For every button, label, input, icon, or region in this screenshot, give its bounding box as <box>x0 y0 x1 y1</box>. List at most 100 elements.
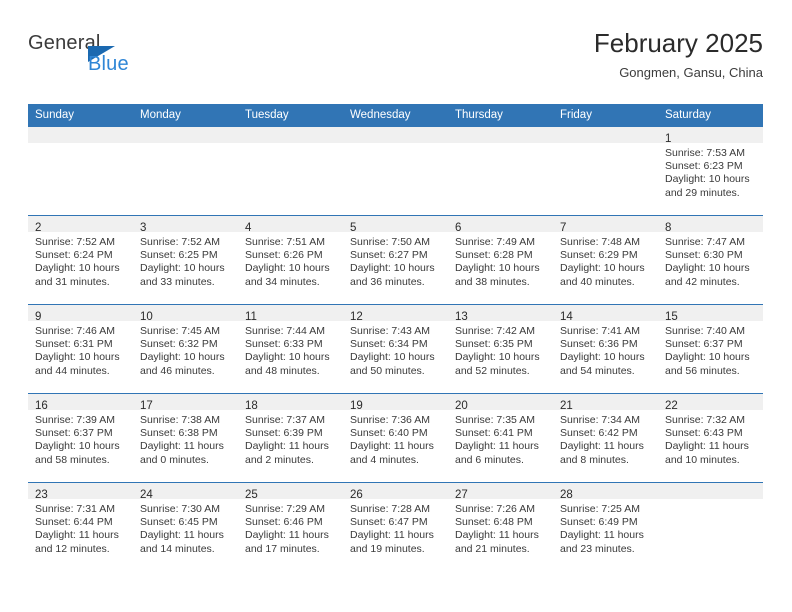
sunrise-time: Sunrise: 7:37 AM <box>245 414 325 426</box>
calendar-day-cell[interactable]: 1 Sunrise: 7:53 AM Sunset: 6:23 PM Daylight… <box>658 127 763 216</box>
day-number-band: 28 <box>553 483 658 501</box>
calendar-day-cell[interactable]: 3 Sunrise: 7:52 AM Sunset: 6:25 PM Daylight… <box>133 215 238 305</box>
day-number: 11 <box>245 311 257 323</box>
calendar-day-cell[interactable]: 15 Sunrise: 7:40 AM Sunset: 6:37 PM Dayligh… <box>658 304 763 394</box>
calendar-cell-empty <box>553 127 658 216</box>
calendar-day-cell[interactable]: 26 Sunrise: 7:28 AM Sunset: 6:47 PM Dayligh… <box>343 482 448 571</box>
sunset-time: Sunset: 6:34 PM <box>350 338 428 351</box>
sunset-time: Sunset: 6:43 PM <box>665 427 743 440</box>
day-number: 9 <box>35 311 42 323</box>
day-details: Sunrise: 7:37 AM Sunset: 6:39 PM Daylight:… <box>238 410 343 467</box>
day-details: Sunrise: 7:32 AM Sunset: 6:43 PM Daylight:… <box>658 410 763 467</box>
day-cell-inner <box>133 127 238 215</box>
daylight-duration: Daylight: 11 hours and 19 minutes. <box>350 529 434 555</box>
calendar-day-cell[interactable]: 18 Sunrise: 7:37 AM Sunset: 6:39 PM Dayligh… <box>238 393 343 483</box>
sunset-time: Sunset: 6:45 PM <box>140 516 218 529</box>
calendar-day-cell[interactable]: 12 Sunrise: 7:43 AM Sunset: 6:34 PM Dayligh… <box>343 304 448 394</box>
day-number-band: 19 <box>343 394 448 412</box>
daylight-duration: Daylight: 10 hours and 48 minutes. <box>245 351 330 377</box>
calendar-day-cell[interactable]: 20 Sunrise: 7:35 AM Sunset: 6:41 PM Dayligh… <box>448 393 553 483</box>
general-blue-logo: General Blue <box>28 32 168 82</box>
calendar-page: General Blue February 2025 Gongmen, Gans… <box>0 0 792 612</box>
day-details: Sunrise: 7:49 AM Sunset: 6:28 PM Daylight:… <box>448 232 553 289</box>
day-number: 28 <box>560 489 573 501</box>
calendar-day-cell[interactable]: 23 Sunrise: 7:31 AM Sunset: 6:44 PM Dayligh… <box>28 482 133 571</box>
day-number-band: 18 <box>238 394 343 412</box>
calendar-day-cell[interactable]: 24 Sunrise: 7:30 AM Sunset: 6:45 PM Dayligh… <box>133 482 238 571</box>
calendar-day-cell[interactable]: 4 Sunrise: 7:51 AM Sunset: 6:26 PM Daylight… <box>238 215 343 305</box>
sunset-time: Sunset: 6:44 PM <box>35 516 113 529</box>
calendar-body: 1 Sunrise: 7:53 AM Sunset: 6:23 PM Daylight… <box>28 127 763 571</box>
calendar-week-row: 16 Sunrise: 7:39 AM Sunset: 6:37 PM Dayligh… <box>28 393 763 483</box>
sunset-time: Sunset: 6:28 PM <box>455 249 533 262</box>
calendar-day-cell[interactable]: 22 Sunrise: 7:32 AM Sunset: 6:43 PM Dayligh… <box>658 393 763 483</box>
day-number-band: 9 <box>28 305 133 323</box>
sunset-time: Sunset: 6:33 PM <box>245 338 323 351</box>
calendar-day-cell[interactable]: 14 Sunrise: 7:41 AM Sunset: 6:36 PM Dayligh… <box>553 304 658 394</box>
day-number-band: 10 <box>133 305 238 323</box>
day-cell-inner: 11 Sunrise: 7:44 AM Sunset: 6:33 PM Dayligh… <box>238 305 343 393</box>
day-cell-inner: 17 Sunrise: 7:38 AM Sunset: 6:38 PM Dayligh… <box>133 394 238 482</box>
day-number-band: 2 <box>28 216 133 234</box>
day-cell-inner: 16 Sunrise: 7:39 AM Sunset: 6:37 PM Dayligh… <box>28 394 133 482</box>
daylight-duration: Daylight: 11 hours and 8 minutes. <box>560 440 644 466</box>
calendar-day-cell[interactable]: 8 Sunrise: 7:47 AM Sunset: 6:30 PM Daylight… <box>658 215 763 305</box>
day-details: Sunrise: 7:30 AM Sunset: 6:45 PM Daylight:… <box>133 499 238 556</box>
calendar-day-cell[interactable]: 11 Sunrise: 7:44 AM Sunset: 6:33 PM Dayligh… <box>238 304 343 394</box>
calendar-day-cell[interactable]: 19 Sunrise: 7:36 AM Sunset: 6:40 PM Dayligh… <box>343 393 448 483</box>
daylight-duration: Daylight: 11 hours and 23 minutes. <box>560 529 644 555</box>
day-cell-inner: 13 Sunrise: 7:42 AM Sunset: 6:35 PM Dayligh… <box>448 305 553 393</box>
calendar-day-cell[interactable]: 6 Sunrise: 7:49 AM Sunset: 6:28 PM Daylight… <box>448 215 553 305</box>
sunrise-time: Sunrise: 7:41 AM <box>560 325 640 337</box>
sunset-time: Sunset: 6:47 PM <box>350 516 428 529</box>
calendar-day-cell[interactable]: 10 Sunrise: 7:45 AM Sunset: 6:32 PM Dayligh… <box>133 304 238 394</box>
calendar-cell-empty <box>238 127 343 216</box>
sunrise-time: Sunrise: 7:52 AM <box>35 236 115 248</box>
sunset-time: Sunset: 6:37 PM <box>665 338 743 351</box>
day-details: Sunrise: 7:26 AM Sunset: 6:48 PM Daylight:… <box>448 499 553 556</box>
day-number: 8 <box>665 222 672 234</box>
day-details: Sunrise: 7:29 AM Sunset: 6:46 PM Daylight:… <box>238 499 343 556</box>
calendar-day-cell[interactable]: 25 Sunrise: 7:29 AM Sunset: 6:46 PM Dayligh… <box>238 482 343 571</box>
sunrise-time: Sunrise: 7:50 AM <box>350 236 430 248</box>
calendar-week-row: 9 Sunrise: 7:46 AM Sunset: 6:31 PM Daylight… <box>28 304 763 394</box>
day-details: Sunrise: 7:43 AM Sunset: 6:34 PM Daylight:… <box>343 321 448 378</box>
day-details: Sunrise: 7:40 AM Sunset: 6:37 PM Daylight:… <box>658 321 763 378</box>
sunrise-time: Sunrise: 7:53 AM <box>665 147 745 159</box>
day-number: 10 <box>140 311 153 323</box>
day-cell-inner: 25 Sunrise: 7:29 AM Sunset: 6:46 PM Dayligh… <box>238 483 343 571</box>
daylight-duration: Daylight: 10 hours and 34 minutes. <box>245 262 330 288</box>
calendar-day-cell[interactable]: 17 Sunrise: 7:38 AM Sunset: 6:38 PM Dayligh… <box>133 393 238 483</box>
daylight-duration: Daylight: 11 hours and 21 minutes. <box>455 529 539 555</box>
day-details: Sunrise: 7:31 AM Sunset: 6:44 PM Daylight:… <box>28 499 133 556</box>
calendar-day-cell[interactable]: 7 Sunrise: 7:48 AM Sunset: 6:29 PM Daylight… <box>553 215 658 305</box>
sunrise-time: Sunrise: 7:31 AM <box>35 503 115 515</box>
day-number-band: 22 <box>658 394 763 412</box>
calendar-day-cell[interactable]: 5 Sunrise: 7:50 AM Sunset: 6:27 PM Daylight… <box>343 215 448 305</box>
daylight-duration: Daylight: 10 hours and 29 minutes. <box>665 173 750 199</box>
sunrise-time: Sunrise: 7:28 AM <box>350 503 430 515</box>
calendar-day-cell[interactable]: 16 Sunrise: 7:39 AM Sunset: 6:37 PM Dayligh… <box>28 393 133 483</box>
day-number: 25 <box>245 489 258 501</box>
sunrise-time: Sunrise: 7:45 AM <box>140 325 220 337</box>
calendar-week-row: 2 Sunrise: 7:52 AM Sunset: 6:24 PM Daylight… <box>28 215 763 305</box>
day-details: Sunrise: 7:25 AM Sunset: 6:49 PM Daylight:… <box>553 499 658 556</box>
calendar-day-cell[interactable]: 21 Sunrise: 7:34 AM Sunset: 6:42 PM Dayligh… <box>553 393 658 483</box>
day-number-band: 8 <box>658 216 763 234</box>
day-cell-inner: 10 Sunrise: 7:45 AM Sunset: 6:32 PM Dayligh… <box>133 305 238 393</box>
day-cell-inner <box>448 127 553 215</box>
day-cell-inner: 28 Sunrise: 7:25 AM Sunset: 6:49 PM Dayligh… <box>553 483 658 571</box>
calendar-day-cell[interactable]: 9 Sunrise: 7:46 AM Sunset: 6:31 PM Daylight… <box>28 304 133 394</box>
daylight-duration: Daylight: 11 hours and 14 minutes. <box>140 529 224 555</box>
day-number-band: 17 <box>133 394 238 412</box>
day-details: Sunrise: 7:52 AM Sunset: 6:24 PM Daylight:… <box>28 232 133 289</box>
calendar-day-cell[interactable]: 13 Sunrise: 7:42 AM Sunset: 6:35 PM Dayligh… <box>448 304 553 394</box>
calendar-day-cell[interactable]: 27 Sunrise: 7:26 AM Sunset: 6:48 PM Dayligh… <box>448 482 553 571</box>
day-cell-inner: 6 Sunrise: 7:49 AM Sunset: 6:28 PM Daylight… <box>448 216 553 304</box>
day-number: 20 <box>455 400 468 412</box>
calendar-day-cell[interactable]: 28 Sunrise: 7:25 AM Sunset: 6:49 PM Dayligh… <box>553 482 658 571</box>
title-block: February 2025 Gongmen, Gansu, China <box>594 28 763 81</box>
sunrise-time: Sunrise: 7:34 AM <box>560 414 640 426</box>
calendar-day-cell[interactable]: 2 Sunrise: 7:52 AM Sunset: 6:24 PM Daylight… <box>28 215 133 305</box>
day-details: Sunrise: 7:34 AM Sunset: 6:42 PM Daylight:… <box>553 410 658 467</box>
